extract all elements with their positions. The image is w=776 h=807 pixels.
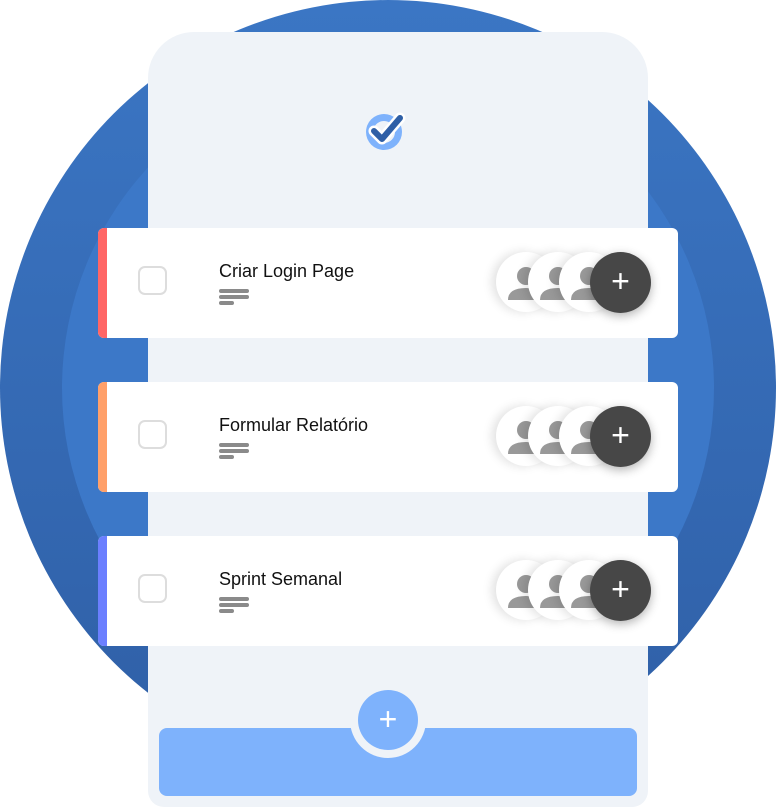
add-member-button[interactable]: + [590, 406, 651, 467]
task-title: Formular Relatório [219, 415, 369, 435]
priority-stripe [98, 228, 107, 338]
task-card[interactable]: Sprint Semanal + [98, 536, 678, 646]
task-card[interactable]: Formular Relatório + [98, 382, 678, 492]
task-checkbox[interactable] [138, 574, 167, 603]
add-member-button[interactable]: + [590, 560, 651, 621]
add-member-button[interactable]: + [590, 252, 651, 313]
task-title: Criar Login Page [219, 261, 355, 281]
description-icon [219, 443, 249, 461]
add-task-button[interactable]: + [350, 682, 426, 758]
priority-stripe [98, 382, 107, 492]
plus-icon: + [358, 690, 418, 750]
description-icon [219, 597, 249, 615]
description-icon [219, 289, 249, 307]
priority-stripe [98, 536, 107, 646]
task-title: Sprint Semanal [219, 569, 343, 589]
check-logo-icon [366, 112, 406, 150]
task-checkbox[interactable] [138, 420, 167, 449]
task-card[interactable]: Criar Login Page + [98, 228, 678, 338]
task-checkbox[interactable] [138, 266, 167, 295]
